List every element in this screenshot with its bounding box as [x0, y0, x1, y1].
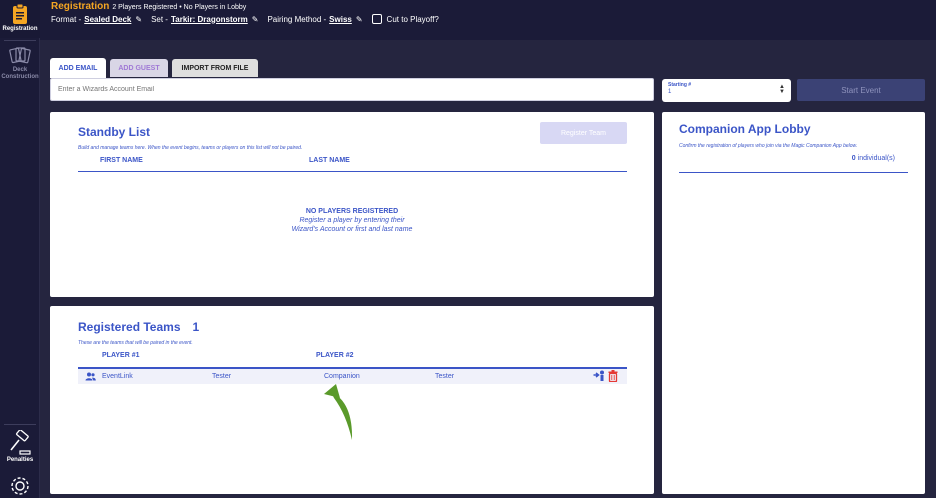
clipboard-icon: [13, 3, 27, 24]
page-title: Registration: [51, 1, 110, 12]
registered-teams-description: These are the teams that will be paired …: [78, 340, 193, 346]
set-value[interactable]: Tarkir: Dragonstorm: [171, 15, 248, 24]
pairing-value[interactable]: Swiss: [329, 15, 352, 24]
starting-number-select[interactable]: Starting # 1 ▲ ▼: [662, 79, 791, 102]
companion-app-lobby-panel: Companion App Lobby Confirm the registra…: [662, 112, 925, 494]
empty-state-title: NO PLAYERS REGISTERED: [305, 208, 399, 215]
empty-state-message: NO PLAYERS REGISTERED Register a player …: [50, 207, 654, 234]
player-2-header: PLAYER #2: [316, 352, 354, 359]
player-1-header: PLAYER #1: [102, 352, 140, 359]
starting-number-label: Starting #: [668, 82, 692, 88]
nav-deck-construction[interactable]: Deck Construction: [0, 46, 40, 86]
email-input[interactable]: [50, 78, 654, 101]
lobby-individual-count: 0 individual(s): [852, 155, 895, 162]
format-label: Format -: [51, 14, 82, 24]
tab-add-email[interactable]: ADD EMAIL: [50, 58, 106, 78]
player-1-first-name: EventLink: [102, 373, 133, 380]
start-event-button[interactable]: Start Event: [797, 79, 925, 101]
tab-add-guest[interactable]: ADD GUEST: [110, 59, 168, 77]
registration-summary: 2 Players Registered • No Players in Lob…: [112, 4, 247, 11]
table-row[interactable]: EventLink Tester Companion Tester: [78, 367, 627, 384]
cut-to-playoff-label: Cut to Playoff?: [386, 14, 439, 24]
companion-header-rule: [679, 172, 908, 173]
nav-deck-label-2: Construction: [1, 74, 39, 80]
last-name-header: LAST NAME: [309, 157, 350, 164]
gavel-icon: [10, 430, 31, 455]
nav-divider: [4, 40, 36, 41]
lobby-count-label: individual(s): [857, 155, 895, 162]
register-team-button[interactable]: Register Team: [540, 122, 627, 144]
standby-title: Standby List: [78, 125, 151, 139]
edit-format-pencil-icon[interactable]: ✎: [135, 15, 142, 24]
cards-icon: [9, 47, 31, 64]
gear-icon: [11, 477, 29, 495]
set-label: Set -: [151, 14, 168, 24]
player-2-first-name: Companion: [324, 373, 360, 380]
header-title-row: Registration 2 Players Registered • No Pl…: [51, 1, 246, 12]
edit-pairing-pencil-icon[interactable]: ✎: [356, 15, 363, 24]
player-1-last-name: Tester: [212, 373, 232, 380]
empty-state-line-2: Wizard's Account or first and last name: [291, 226, 413, 233]
nav-registration-label: Registration: [2, 26, 38, 32]
companion-lobby-title: Companion App Lobby: [679, 122, 811, 136]
player-2-last-name: Tester: [435, 373, 455, 380]
nav-registration[interactable]: Registration: [0, 0, 40, 38]
nav-penalties[interactable]: Penalties: [0, 430, 40, 470]
standby-header-rule: [78, 171, 627, 172]
nav-divider: [4, 424, 36, 425]
nav-settings[interactable]: [0, 475, 40, 498]
nav-penalties-label: Penalties: [6, 457, 34, 463]
sidebar: Registration Deck Construction Penalties: [0, 0, 40, 498]
event-header: Registration 2 Players Registered • No Pl…: [40, 0, 936, 40]
registered-teams-title: Registered Teams 1: [78, 320, 199, 334]
standby-description: Build and manage teams here. When the ev…: [78, 145, 303, 151]
nav-deck-label-1: Deck: [12, 67, 28, 73]
event-settings-row: Format - Sealed Deck ✎ Set - Tarkir: Dra…: [51, 14, 439, 24]
format-value[interactable]: Sealed Deck: [84, 15, 131, 24]
starting-number-value: 1: [668, 89, 672, 95]
first-name-header: FIRST NAME: [100, 157, 143, 164]
delete-trash-icon[interactable]: [608, 370, 618, 382]
select-arrows-icon: ▲ ▼: [779, 84, 785, 95]
registered-teams-label: Registered Teams: [78, 320, 181, 334]
companion-lobby-description: Confirm the registration of players who …: [679, 143, 858, 149]
empty-state-line-1: Register a player by entering their: [299, 217, 405, 224]
lobby-count-number: 0: [851, 155, 856, 162]
standby-list-panel: Standby List Build and manage teams here…: [50, 112, 654, 297]
cut-to-playoff-checkbox[interactable]: [371, 14, 382, 24]
edit-set-pencil-icon[interactable]: ✎: [252, 15, 259, 24]
tab-import-from-file[interactable]: IMPORT FROM FILE: [172, 59, 258, 77]
annotation-arrow-icon: [324, 384, 353, 440]
team-people-icon: [85, 372, 96, 381]
drop-player-icon[interactable]: [593, 370, 606, 382]
registered-teams-count: 1: [192, 320, 200, 334]
pairing-label: Pairing Method -: [267, 14, 327, 24]
